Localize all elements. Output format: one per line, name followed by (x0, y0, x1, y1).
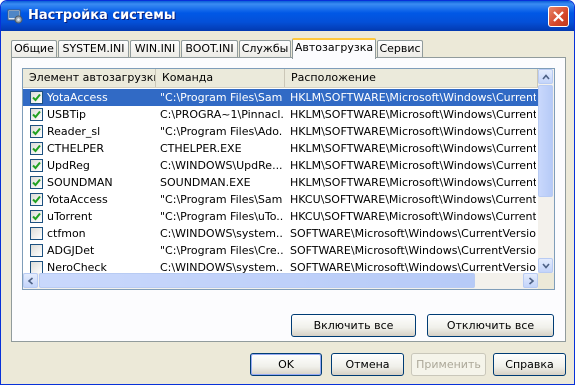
startup-item-name: USBTip (47, 108, 86, 121)
column-header-startup-item[interactable]: Элемент автозагрузки (23, 69, 156, 87)
checkmark-icon (32, 144, 41, 153)
horizontal-scrollbar[interactable] (23, 273, 538, 289)
checkmark-icon (32, 161, 41, 170)
startup-checkbox[interactable] (30, 125, 43, 138)
startup-item-name: CTHELPER (47, 142, 104, 155)
disable-all-button[interactable]: Отключить все (427, 314, 554, 337)
startup-item-command: "C:\Program Files\uTo... (160, 210, 283, 223)
table-row[interactable]: ADGJDet "C:\Program Files\Cre... SOFTWARE\… (23, 242, 538, 259)
startup-item-name: SOUNDMAN (47, 176, 113, 189)
startup-item-location: HKLM\SOFTWARE\Microsoft\Windows\CurrentV… (290, 91, 536, 104)
checkmark-icon (32, 127, 41, 136)
startup-item-command: "C:\Program Files\Cre... (160, 244, 283, 257)
startup-checkbox[interactable] (30, 244, 43, 257)
tab-general[interactable]: Общие (11, 40, 57, 57)
tab-services[interactable]: Службы (239, 40, 291, 57)
scrollbar-corner (538, 273, 554, 289)
close-button[interactable] (548, 6, 569, 27)
startup-item-name: ADGJDet (47, 244, 95, 257)
startup-item-name: YotaAccess (47, 193, 108, 206)
table-row[interactable]: UpdReg C:\WINDOWS\UpdRe... HKLM\SOFTWARE\M… (23, 157, 538, 174)
tab-boot-ini[interactable]: BOOT.INI (181, 40, 238, 57)
startup-checkbox[interactable] (30, 227, 43, 240)
startup-item-command: CTHELPER.EXE (160, 142, 242, 155)
checkmark-icon (32, 93, 41, 102)
enable-all-button[interactable]: Включить все (291, 314, 416, 337)
startup-checkbox[interactable] (30, 91, 43, 104)
startup-item-location: SOFTWARE\Microsoft\Windows\CurrentVersio… (290, 227, 536, 240)
startup-checkbox[interactable] (30, 108, 43, 121)
table-row[interactable]: ctfmon C:\WINDOWS\system... SOFTWARE\Micro… (23, 225, 538, 242)
startup-checkbox[interactable] (30, 176, 43, 189)
table-row[interactable]: SOUNDMAN SOUNDMAN.EXE HKLM\SOFTWARE\Micros… (23, 174, 538, 191)
checkmark-icon (32, 110, 41, 119)
startup-checkbox[interactable] (30, 193, 43, 206)
list-header: Элемент автозагрузки Команда Расположени… (23, 69, 538, 88)
table-row[interactable]: YotaAccess "C:\Program Files\Sam... HKLM\S… (23, 89, 538, 106)
system-config-window: Настройка системы Общие SYSTEM.INI WIN.I… (0, 0, 575, 385)
checkmark-icon (32, 195, 41, 204)
startup-item-location: HKLM\SOFTWARE\Microsoft\Windows\CurrentV… (290, 176, 536, 189)
chevron-right-icon (528, 277, 535, 285)
startup-item-name: uTorrent (47, 210, 93, 223)
checkmark-icon (32, 212, 41, 221)
startup-item-location: HKCU\SOFTWARE\Microsoft\Windows\CurrentV… (290, 210, 536, 223)
title-bar[interactable]: Настройка системы (1, 1, 574, 31)
table-row[interactable]: USBTip C:\PROGRA~1\Pinnacl... HKLM\SOFTWAR… (23, 106, 538, 123)
startup-item-command: "C:\Program Files\Sam... (160, 91, 283, 104)
startup-item-command: "C:\Program Files\Sam... (160, 193, 283, 206)
chevron-up-icon (542, 74, 550, 80)
startup-checkbox[interactable] (30, 142, 43, 155)
startup-item-command: SOUNDMAN.EXE (160, 176, 251, 189)
column-header-command[interactable]: Команда (156, 69, 285, 87)
vertical-scrollbar[interactable] (538, 69, 554, 273)
startup-item-name: UpdReg (47, 159, 90, 172)
startup-item-location: HKLM\SOFTWARE\Microsoft\Windows\CurrentV… (290, 125, 536, 138)
table-row[interactable]: Reader_sl "C:\Program Files\Ado... HKLM\SO… (23, 123, 538, 140)
startup-item-command: C:\WINDOWS\system... (160, 227, 283, 240)
tab-startup[interactable]: Автозагрузка (292, 38, 376, 59)
scroll-left-button[interactable] (23, 273, 38, 288)
tab-win-ini[interactable]: WIN.INI (130, 40, 180, 57)
startup-item-location: SOFTWARE\Microsoft\Windows\CurrentVersio… (290, 244, 536, 257)
cancel-button[interactable]: Отмена (331, 353, 404, 376)
startup-item-location: HKCU\SOFTWARE\Microsoft\Windows\CurrentV… (290, 193, 536, 206)
scroll-up-button[interactable] (538, 69, 553, 84)
startup-item-location: HKLM\SOFTWARE\Microsoft\Windows\CurrentV… (290, 142, 536, 155)
vertical-scroll-thumb[interactable] (538, 85, 553, 197)
startup-item-command: C:\PROGRA~1\Pinnacl... (160, 108, 283, 121)
startup-item-name: Reader_sl (47, 125, 101, 138)
startup-item-location: HKLM\SOFTWARE\Microsoft\Windows\CurrentV… (290, 159, 536, 172)
window-title: Настройка системы (28, 8, 176, 23)
system-config-icon (7, 8, 23, 24)
chevron-left-icon (27, 277, 34, 285)
startup-item-command: C:\WINDOWS\UpdRe... (160, 159, 283, 172)
startup-checkbox[interactable] (30, 210, 43, 223)
startup-checkbox[interactable] (30, 159, 43, 172)
scroll-down-button[interactable] (538, 258, 553, 273)
tab-system-ini[interactable]: SYSTEM.INI (58, 40, 129, 57)
table-row[interactable]: CTHELPER CTHELPER.EXE HKLM\SOFTWARE\Micros… (23, 140, 538, 157)
scroll-right-button[interactable] (523, 273, 538, 288)
startup-item-command: "C:\Program Files\Ado... (160, 125, 283, 138)
tab-tools[interactable]: Сервис (377, 40, 423, 57)
table-row[interactable]: YotaAccess "C:\Program Files\Sam... HKCU\S… (23, 191, 538, 208)
startup-item-location: HKLM\SOFTWARE\Microsoft\Windows\CurrentV… (290, 108, 536, 121)
ok-button[interactable]: OK (250, 353, 322, 376)
startup-item-name: YotaAccess (47, 91, 108, 104)
startup-item-name: ctfmon (47, 227, 86, 240)
help-button[interactable]: Справка (493, 353, 566, 376)
apply-button[interactable]: Применить (411, 353, 486, 376)
table-row[interactable]: uTorrent "C:\Program Files\uTo... HKCU\SOF… (23, 208, 538, 225)
checkmark-icon (32, 178, 41, 187)
chevron-down-icon (542, 263, 550, 269)
column-header-location[interactable]: Расположение (285, 69, 538, 87)
horizontal-scroll-thumb[interactable] (39, 273, 475, 288)
startup-list[interactable]: Элемент автозагрузки Команда Расположени… (22, 68, 555, 290)
close-icon (553, 11, 564, 22)
